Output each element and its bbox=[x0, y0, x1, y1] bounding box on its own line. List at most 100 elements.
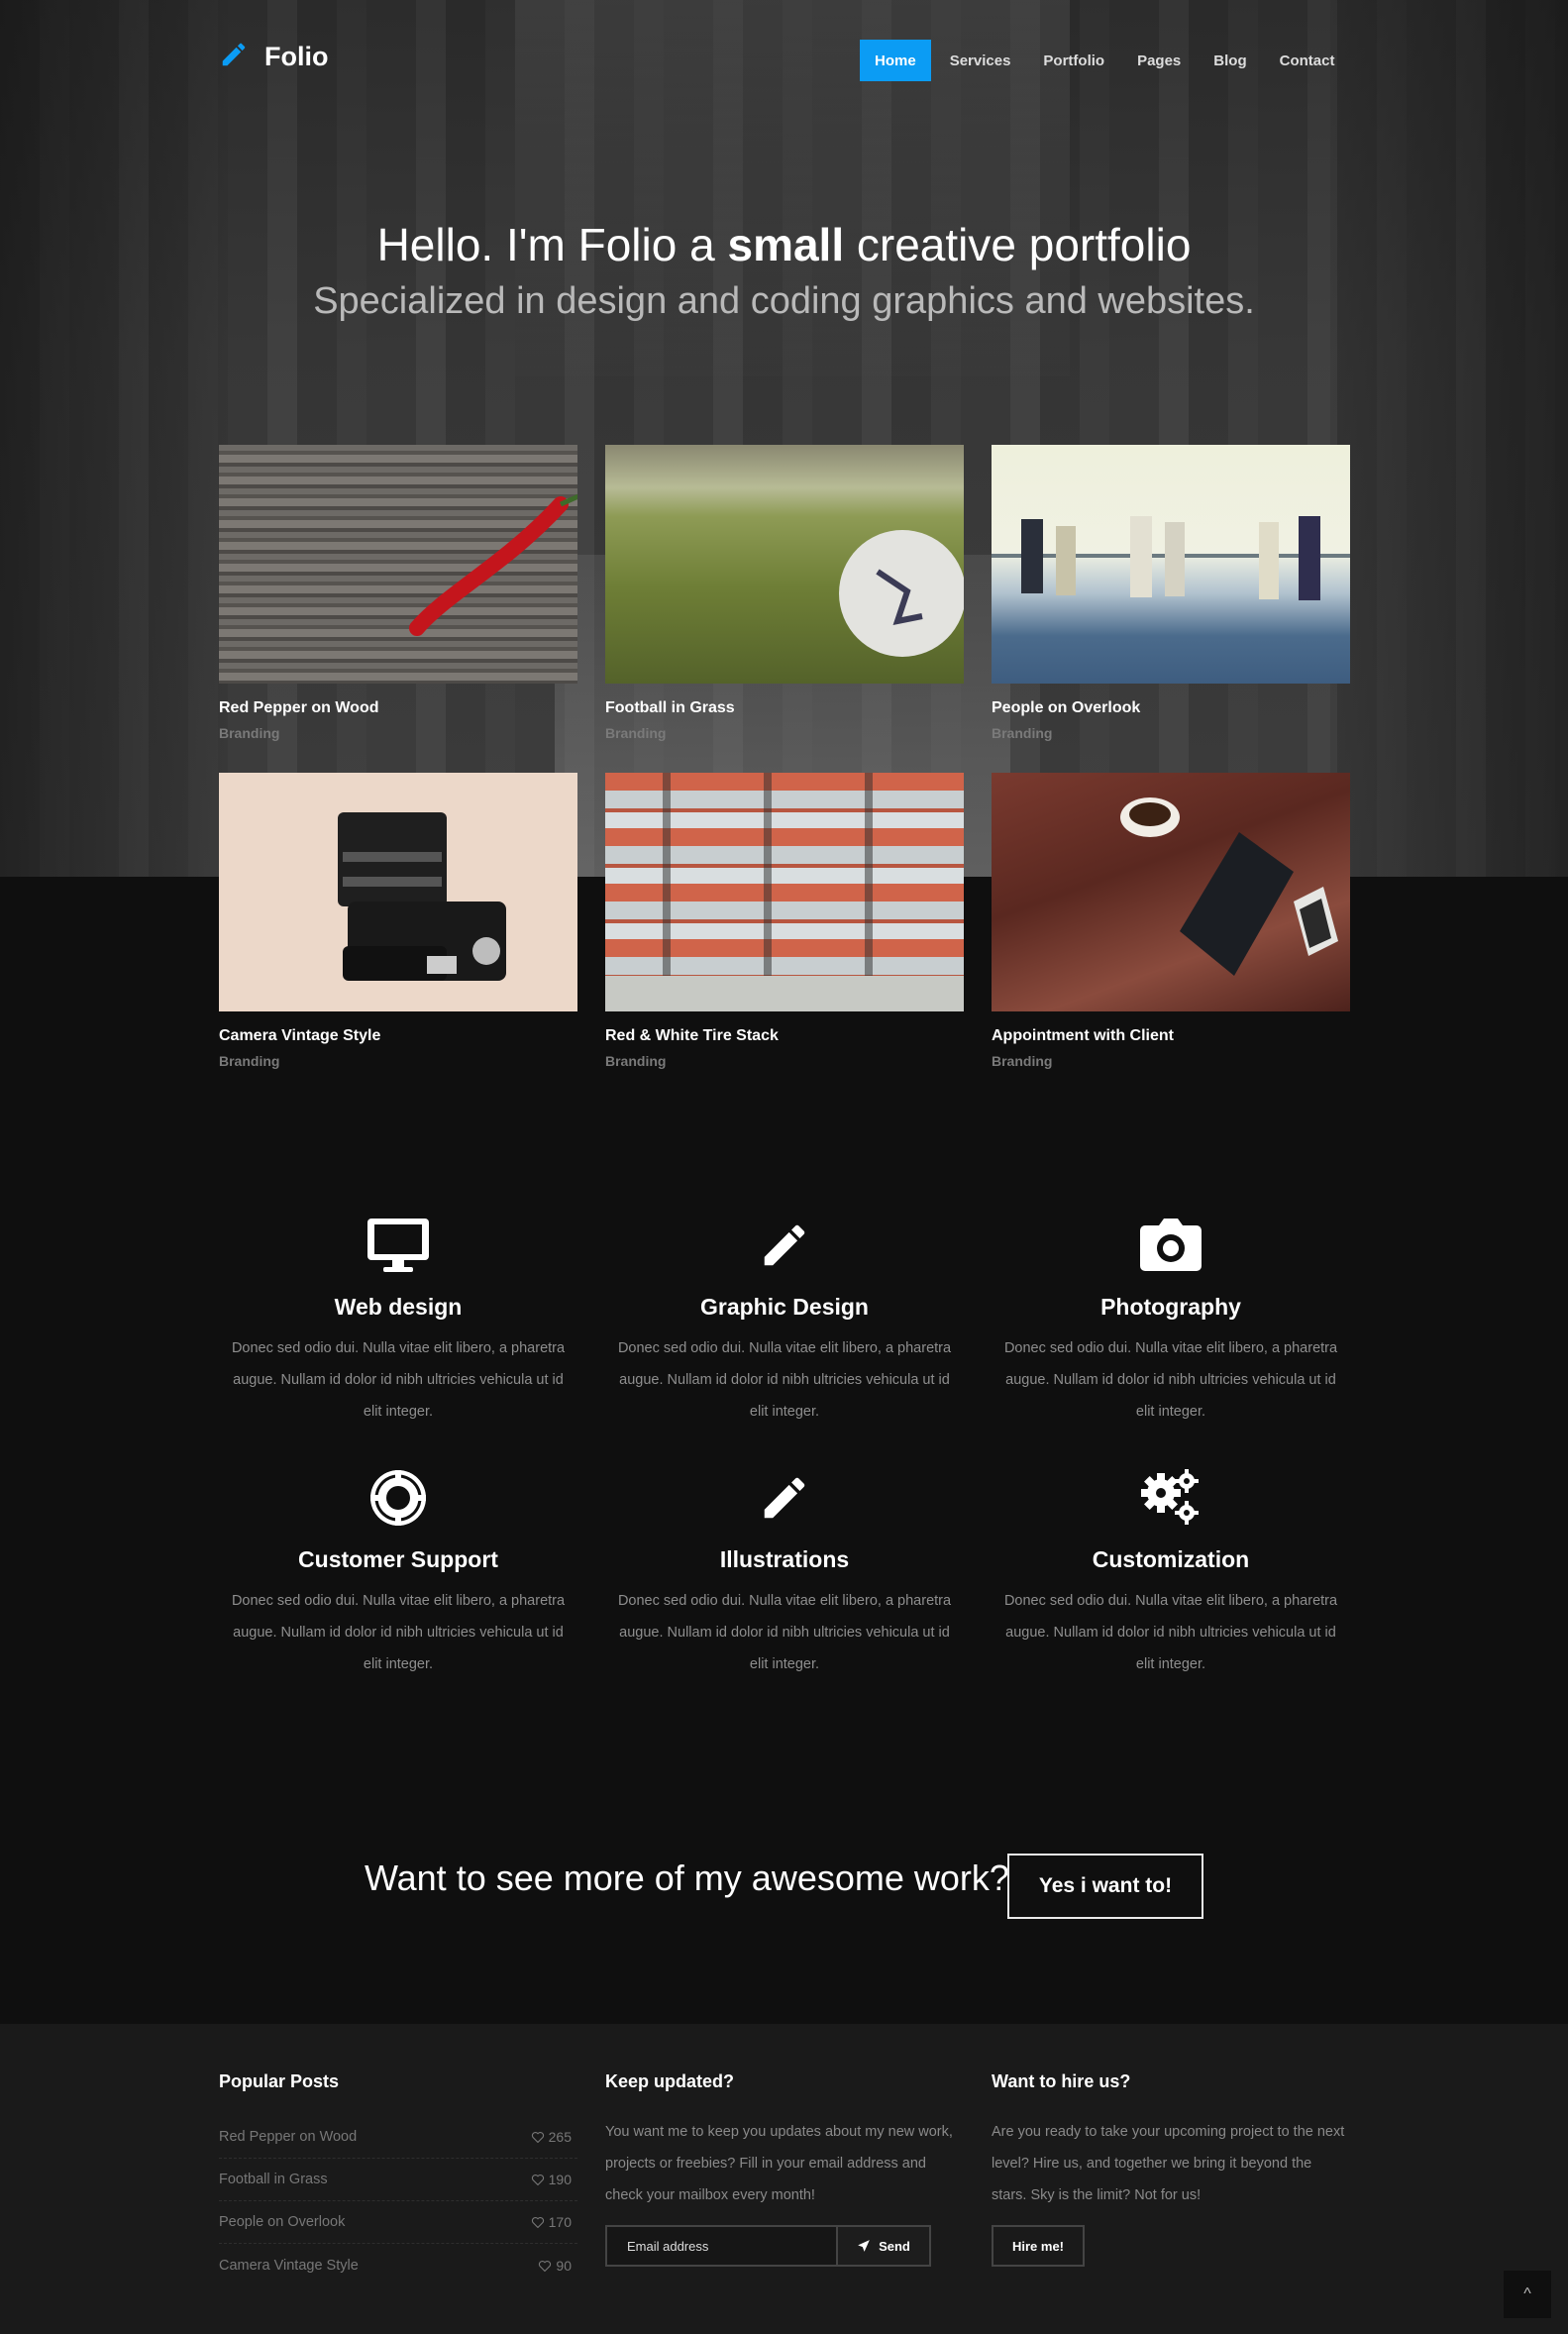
service-text: Donec sed odio dui. Nulla vitae elit lib… bbox=[1003, 1593, 1338, 1672]
footer-text: You want me to keep you updates about my… bbox=[605, 2124, 953, 2203]
service-graphic-design: Graphic Design Donec sed odio dui. Nulla… bbox=[605, 1211, 964, 1428]
hero-background-right-buildings bbox=[1330, 0, 1568, 877]
nav-pages[interactable]: Pages bbox=[1123, 40, 1195, 81]
nav-contact[interactable]: Contact bbox=[1266, 40, 1349, 81]
send-button-label: Send bbox=[879, 2238, 910, 2254]
popular-post-title[interactable]: Camera Vintage Style bbox=[219, 2258, 359, 2274]
cta-button[interactable]: Yes i want to! bbox=[1007, 1854, 1203, 1919]
send-button[interactable]: Send bbox=[838, 2225, 931, 2267]
site-name: Folio bbox=[264, 42, 329, 71]
like-count-value: 90 bbox=[556, 2257, 572, 2274]
portfolio-title[interactable]: People on Overlook bbox=[992, 699, 1350, 717]
popular-post-row[interactable]: Red Pepper on Wood 265 bbox=[219, 2116, 577, 2159]
like-count-value: 190 bbox=[548, 2172, 572, 2187]
nav-home[interactable]: Home bbox=[860, 40, 931, 81]
hero-section bbox=[0, 0, 1568, 877]
site-logo[interactable]: Folio bbox=[219, 40, 328, 74]
portfolio-thumbnail-football[interactable] bbox=[605, 445, 964, 684]
heart-icon bbox=[531, 2174, 544, 2185]
hero-title-bold: small bbox=[727, 219, 845, 270]
camera-icon bbox=[1136, 1211, 1205, 1280]
nav-portfolio[interactable]: Portfolio bbox=[1029, 40, 1118, 81]
subscribe-form: Send bbox=[605, 2225, 964, 2267]
like-count: 90 bbox=[538, 2258, 572, 2274]
service-illustrations: Illustrations Donec sed odio dui. Nulla … bbox=[605, 1463, 964, 1680]
service-text: Donec sed odio dui. Nulla vitae elit lib… bbox=[617, 1593, 952, 1672]
service-text: Donec sed odio dui. Nulla vitae elit lib… bbox=[1003, 1340, 1338, 1420]
pencil-icon bbox=[750, 1463, 819, 1533]
portfolio-title[interactable]: Red Pepper on Wood bbox=[219, 699, 577, 717]
portfolio-item[interactable]: Camera Vintage Style Branding bbox=[219, 773, 577, 1069]
popular-post-row[interactable]: People on Overlook 170 bbox=[219, 2201, 577, 2244]
service-title: Web design bbox=[334, 1294, 463, 1320]
service-text: Donec sed odio dui. Nulla vitae elit lib… bbox=[617, 1340, 952, 1420]
gears-icon bbox=[1136, 1463, 1205, 1533]
footer-keep-updated: Keep updated? You want me to keep you up… bbox=[605, 2071, 964, 2267]
portfolio-item[interactable]: Football in Grass Branding bbox=[605, 445, 964, 741]
footer: Popular Posts Red Pepper on Wood 265 Foo… bbox=[0, 2024, 1568, 2334]
portfolio-item[interactable]: People on Overlook Branding bbox=[992, 445, 1350, 741]
service-text: Donec sed odio dui. Nulla vitae elit lib… bbox=[231, 1593, 566, 1672]
hire-me-button[interactable]: Hire me! bbox=[992, 2225, 1085, 2267]
like-count-value: 170 bbox=[548, 2214, 572, 2230]
service-customer-support: Customer Support Donec sed odio dui. Nul… bbox=[219, 1463, 577, 1680]
back-to-top-button[interactable]: ^ bbox=[1504, 2271, 1551, 2318]
heart-icon bbox=[531, 2216, 544, 2228]
service-photography: Photography Donec sed odio dui. Nulla vi… bbox=[992, 1211, 1350, 1428]
portfolio-category: Branding bbox=[605, 725, 667, 741]
portfolio-item[interactable]: Appointment with Client Branding bbox=[992, 773, 1350, 1069]
pencil-icon bbox=[219, 40, 249, 74]
footer-heading: Popular Posts bbox=[219, 2071, 340, 2091]
service-title: Illustrations bbox=[719, 1546, 850, 1572]
portfolio-thumbnail-tires[interactable] bbox=[605, 773, 964, 1011]
service-web-design: Web design Donec sed odio dui. Nulla vit… bbox=[219, 1211, 577, 1428]
portfolio-category: Branding bbox=[992, 725, 1053, 741]
nav-blog[interactable]: Blog bbox=[1200, 40, 1260, 81]
heart-icon bbox=[539, 2260, 552, 2272]
service-title: Customer Support bbox=[298, 1546, 498, 1572]
heart-icon bbox=[531, 2131, 544, 2143]
footer-heading: Keep updated? bbox=[605, 2071, 735, 2091]
popular-post-row[interactable]: Camera Vintage Style 90 bbox=[219, 2244, 577, 2286]
hero-title-post: creative portfolio bbox=[844, 219, 1192, 270]
hero-background-left-buildings bbox=[0, 0, 228, 877]
lifebuoy-icon bbox=[364, 1463, 433, 1533]
like-count: 265 bbox=[531, 2129, 572, 2145]
portfolio-title[interactable]: Camera Vintage Style bbox=[219, 1027, 577, 1045]
service-title: Customization bbox=[1092, 1546, 1250, 1572]
hero-title: Hello. I'm Folio a small creative portfo… bbox=[0, 218, 1568, 271]
service-title: Photography bbox=[1100, 1294, 1241, 1320]
popular-post-title[interactable]: People on Overlook bbox=[219, 2214, 345, 2230]
portfolio-item[interactable]: Red Pepper on Wood Branding bbox=[219, 445, 577, 741]
service-text: Donec sed odio dui. Nulla vitae elit lib… bbox=[231, 1340, 566, 1420]
like-count-value: 265 bbox=[548, 2129, 572, 2145]
portfolio-item[interactable]: Red & White Tire Stack Branding bbox=[605, 773, 964, 1069]
nav-services[interactable]: Services bbox=[936, 40, 1025, 81]
monitor-icon bbox=[364, 1211, 433, 1280]
paper-plane-icon bbox=[858, 2240, 870, 2252]
footer-popular-posts: Popular Posts Red Pepper on Wood 265 Foo… bbox=[219, 2071, 577, 2286]
popular-post-title[interactable]: Football in Grass bbox=[219, 2172, 328, 2187]
pencil-icon bbox=[750, 1211, 819, 1280]
portfolio-thumbnail-red-pepper[interactable] bbox=[219, 445, 577, 684]
like-count: 190 bbox=[531, 2172, 572, 2187]
portfolio-title[interactable]: Appointment with Client bbox=[992, 1027, 1350, 1045]
hero-subtitle: Specialized in design and coding graphic… bbox=[313, 280, 1255, 322]
service-title: Graphic Design bbox=[700, 1294, 869, 1320]
portfolio-thumbnail-camera[interactable] bbox=[219, 773, 577, 1011]
service-customization: Customization Donec sed odio dui. Nulla … bbox=[992, 1463, 1350, 1680]
popular-post-row[interactable]: Football in Grass 190 bbox=[219, 2159, 577, 2201]
portfolio-title[interactable]: Football in Grass bbox=[605, 699, 964, 717]
email-field[interactable] bbox=[605, 2225, 838, 2267]
popular-post-title[interactable]: Red Pepper on Wood bbox=[219, 2129, 357, 2145]
chevron-up-icon: ^ bbox=[1523, 2285, 1531, 2302]
footer-heading: Want to hire us? bbox=[992, 2071, 1131, 2091]
main-nav: Home Services Portfolio Pages Blog Conta… bbox=[860, 40, 1353, 81]
portfolio-category: Branding bbox=[219, 725, 280, 741]
cta-text: Want to see more of my awesome work? bbox=[365, 1857, 1009, 1898]
portfolio-category: Branding bbox=[605, 1053, 667, 1069]
popular-posts-list: Red Pepper on Wood 265 Football in Grass… bbox=[219, 2116, 577, 2286]
portfolio-thumbnail-desk[interactable] bbox=[992, 773, 1350, 1011]
portfolio-title[interactable]: Red & White Tire Stack bbox=[605, 1027, 964, 1045]
portfolio-thumbnail-people[interactable] bbox=[992, 445, 1350, 684]
